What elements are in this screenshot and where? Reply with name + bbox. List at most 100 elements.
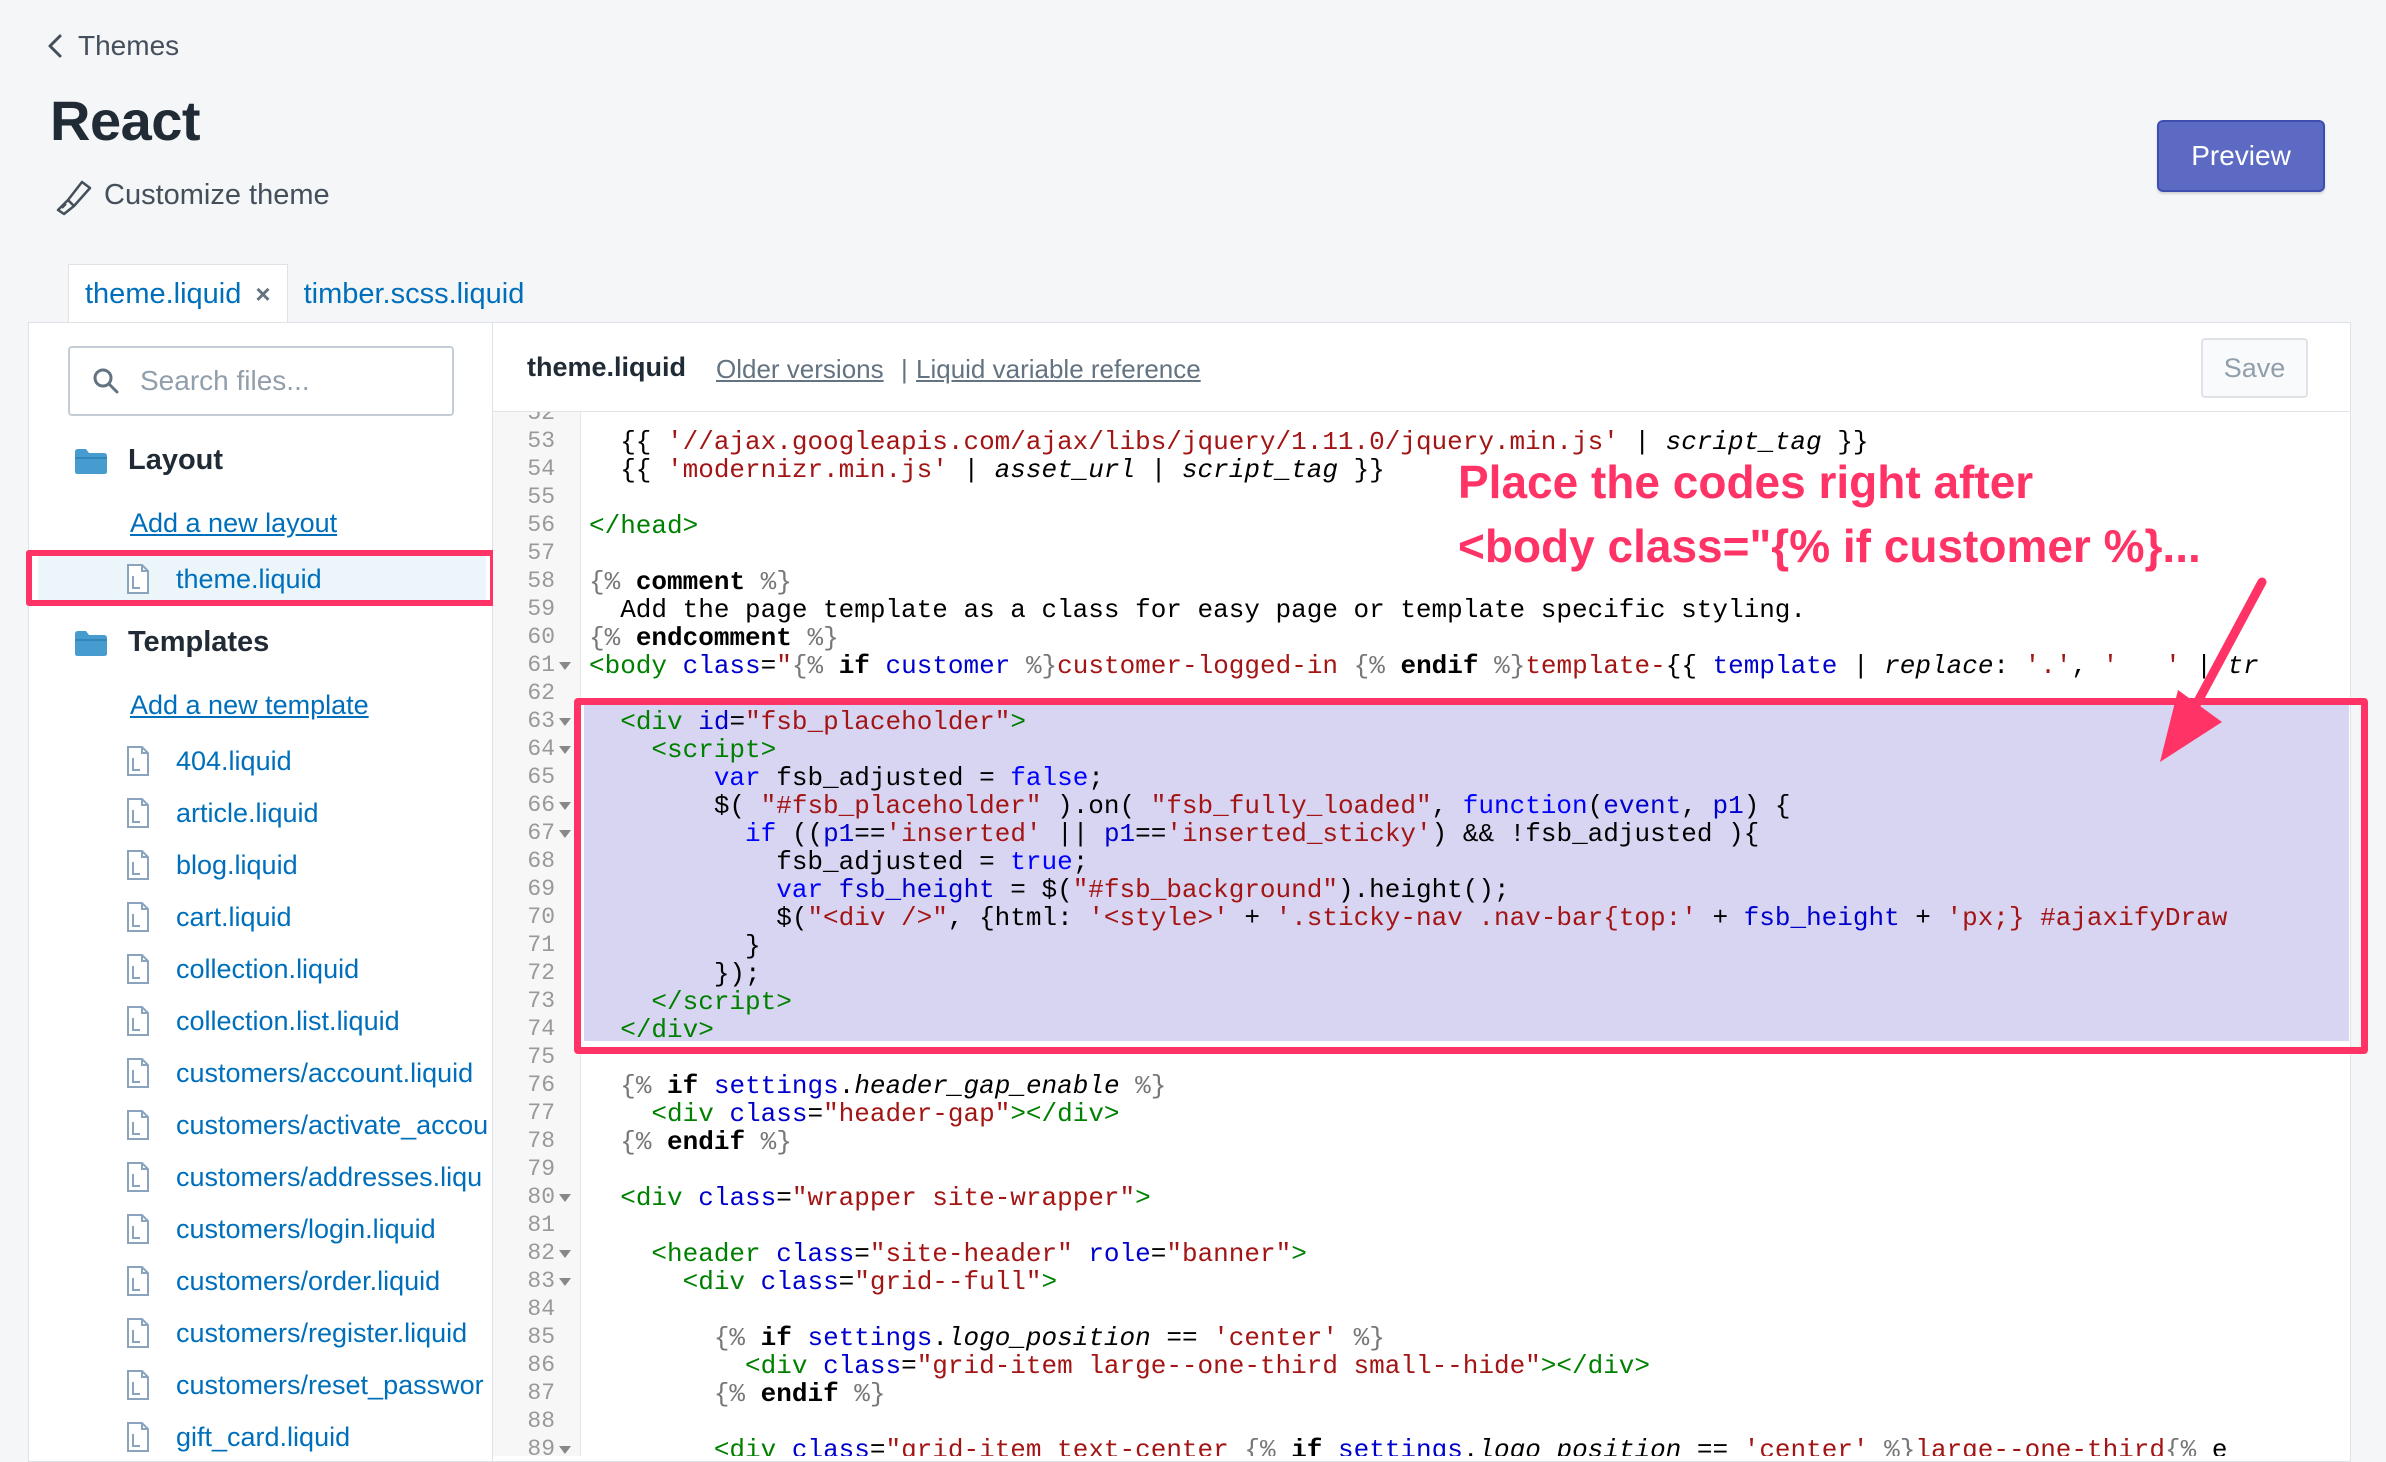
file-label: customers/order.liquid [176,1265,441,1296]
fold-arrow-icon[interactable] [559,746,571,754]
liquid-file-icon [127,1110,149,1140]
file-label: customers/account.liquid [176,1057,474,1088]
line-number: 80 [527,1184,555,1210]
template-file-item[interactable]: cart.liquid [126,897,292,937]
liquid-file-icon [127,1370,149,1400]
older-versions-link[interactable]: Older versions [716,354,884,385]
code-line-78: {% endif %} [620,1127,792,1157]
file-label: customers/activate_accou [176,1109,489,1140]
add-new-template-link[interactable]: Add a new template [130,690,369,721]
liquid-file-icon [127,850,149,880]
customize-theme-link[interactable]: Customize theme [52,174,330,216]
template-file-item[interactable]: customers/activate_accou [126,1105,488,1145]
highlight-box-theme-liquid [26,550,496,606]
close-tab-icon[interactable]: × [255,279,270,310]
line-number: 70 [527,904,555,930]
editor-file-name: theme.liquid [527,352,687,382]
code-line-83: <div class="grid--full"> [682,1267,1058,1297]
template-file-item[interactable]: 404.liquid [126,741,292,781]
file-label: gift_card.liquid [176,1421,351,1452]
customize-label: Customize theme [104,178,330,211]
liquid-file-icon [127,954,149,984]
fold-arrow-icon[interactable] [559,662,571,670]
template-file-item[interactable]: blog.liquid [126,845,298,885]
liquid-file-icon [127,1006,149,1036]
folder-icon [75,448,107,474]
paintbrush-icon [56,180,92,216]
code-line-87: {% endif %} [713,1379,886,1409]
line-number: 79 [527,1156,555,1182]
tab-timber-scss-liquid[interactable]: timber.scss.liquid [288,264,541,324]
line-number: 55 [527,484,555,510]
template-file-item[interactable]: article.liquid [126,793,319,833]
code-line-86: <div class="grid-item large--one-third s… [745,1351,1651,1381]
line-number-gutter: 52 53 54 55 56 57 58 59 60 61 62 63 64 65 66 67 68 69 70 71… [493,412,581,1456]
line-number: 72 [527,960,555,986]
line-number: 75 [527,1044,555,1070]
search-icon [93,368,119,394]
template-file-item[interactable]: customers/account.liquid [126,1053,473,1093]
template-file-item[interactable]: customers/login.liquid [126,1209,436,1249]
template-file-item[interactable]: customers/register.liquid [126,1313,467,1353]
search-files-field[interactable] [68,346,454,416]
back-to-themes-link[interactable]: Themes [46,30,179,62]
template-file-item[interactable]: customers/reset_passwor [126,1365,484,1405]
fold-arrow-icon[interactable] [559,718,571,726]
line-number: 61 [527,652,555,678]
code-line-61: <body class="{% if customer %}customer-l… [589,651,2259,681]
line-number: 64 [527,736,555,762]
template-file-item[interactable]: customers/order.liquid [126,1261,440,1301]
file-label: collection.liquid [176,953,360,984]
code-line-59: Add the page template as a class for eas… [589,595,1806,625]
fold-arrow-icon[interactable] [559,1278,571,1286]
save-button[interactable]: Save [2201,338,2308,398]
line-number: 60 [527,624,555,650]
template-file-item[interactable]: customers/addresses.liqu [126,1157,482,1197]
line-number: 71 [527,932,555,958]
tab-label: timber.scss.liquid [303,277,525,310]
layout-heading: Layout [128,444,224,476]
search-files-input[interactable] [138,364,442,398]
template-file-item[interactable]: collection.liquid [126,949,359,989]
file-label: article.liquid [176,797,319,828]
file-tabs: theme.liquid × timber.scss.liquid [68,264,540,324]
add-new-layout-link[interactable]: Add a new layout [130,508,337,539]
line-number: 88 [527,1408,555,1434]
fold-arrow-icon[interactable] [559,1446,571,1454]
line-number: 65 [527,764,555,790]
templates-heading: Templates [128,626,270,658]
liquid-file-icon [127,902,149,932]
file-label: cart.liquid [176,901,292,932]
line-number: 77 [527,1100,555,1126]
line-number: 58 [527,568,555,594]
layout-group-heading: Layout [74,444,223,477]
file-label: customers/login.liquid [176,1213,436,1244]
template-file-item[interactable]: gift_card.liquid [126,1417,350,1457]
code-line-54: {{ 'modernizr.min.js' | asset_url | scri… [589,455,1385,485]
liquid-variable-reference-link[interactable]: Liquid variable reference [916,354,1201,385]
tab-theme-liquid[interactable]: theme.liquid × [68,264,288,324]
line-number: 84 [527,1296,555,1322]
fold-arrow-icon[interactable] [559,802,571,810]
line-number: 59 [527,596,555,622]
highlight-box-inserted-code [574,698,2368,1054]
annotation-line-2: <body class="{% if customer %}... [1458,520,2201,572]
code-line-85: {% if settings.logo_position == 'center'… [713,1323,1385,1353]
template-file-item[interactable]: collection.list.liquid [126,1001,400,1041]
tab-label: theme.liquid [85,278,242,310]
file-label: 404.liquid [176,745,292,776]
fold-arrow-icon[interactable] [559,1194,571,1202]
liquid-file-icon [127,1214,149,1244]
line-number: 81 [527,1212,555,1238]
preview-button[interactable]: Preview [2157,120,2325,192]
line-number: 83 [527,1268,555,1294]
fold-arrow-icon[interactable] [559,830,571,838]
link-separator: | [901,354,908,384]
line-number: 68 [527,848,555,874]
line-number: 67 [527,820,555,846]
code-line-82: <header class="site-header" role="banner… [651,1239,1307,1269]
fold-arrow-icon[interactable] [559,1250,571,1258]
file-label: customers/addresses.liqu [176,1161,483,1192]
folder-icon [75,630,107,656]
code-line-56: </head> [589,511,699,541]
